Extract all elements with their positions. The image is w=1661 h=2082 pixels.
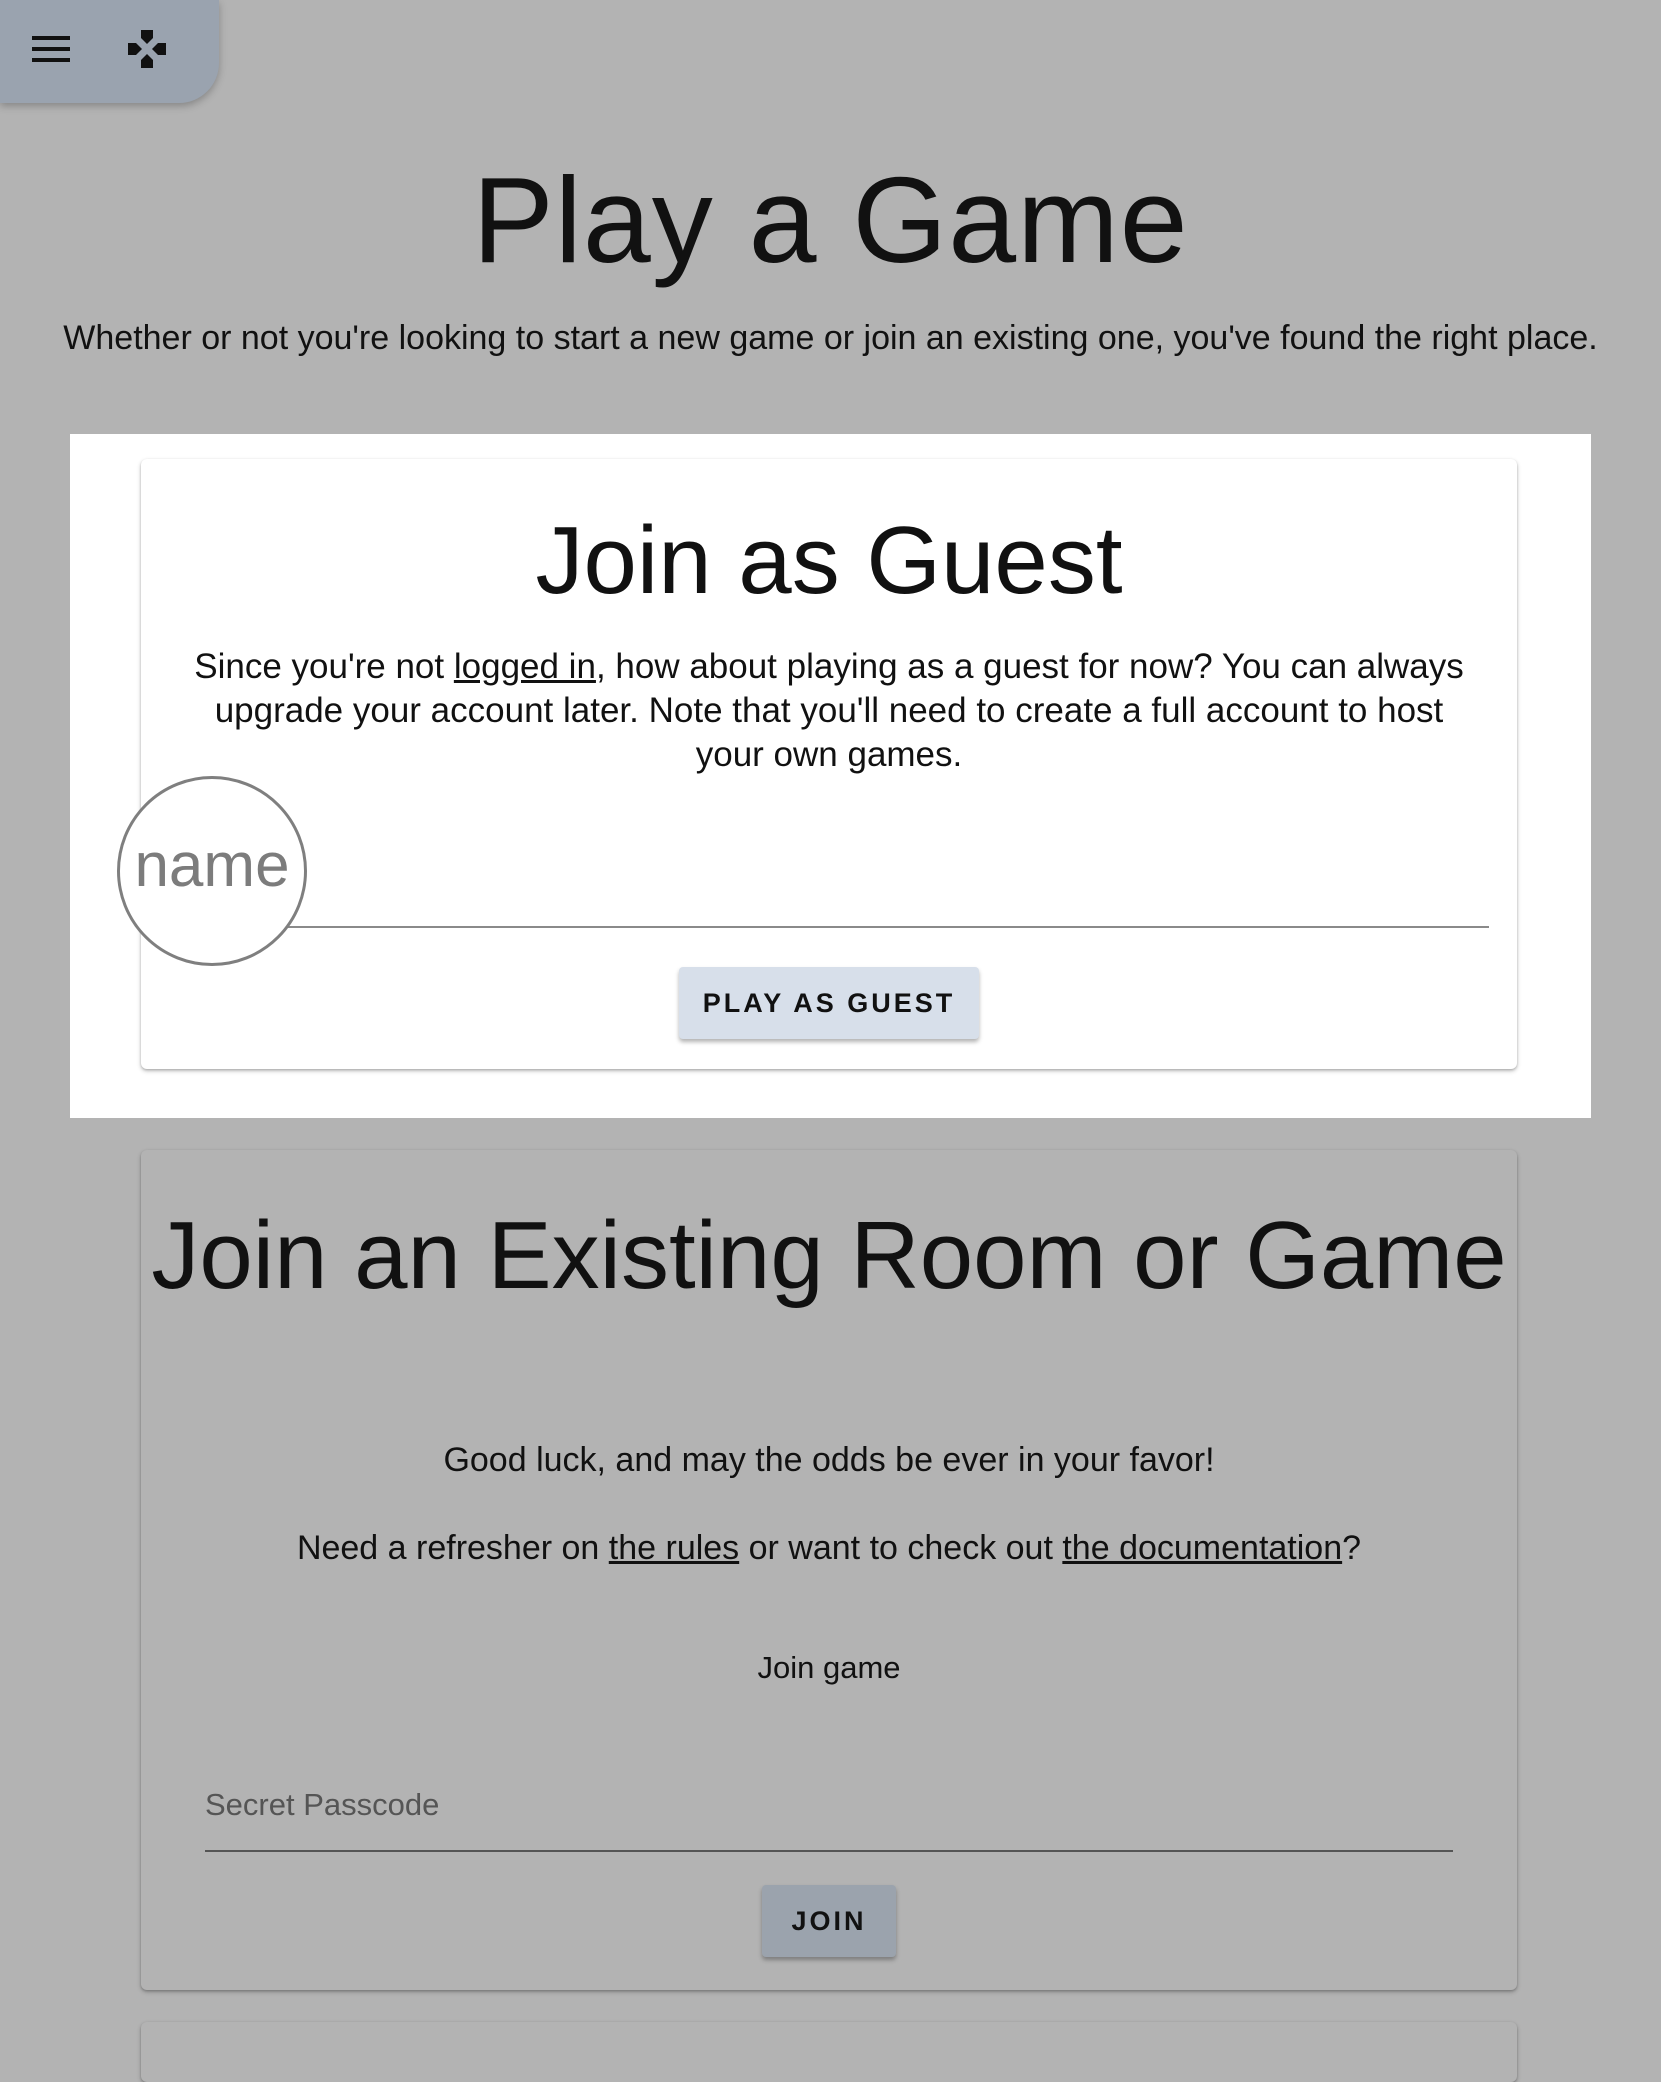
refresher-suffix: ? bbox=[1342, 1529, 1362, 1567]
join-card-title: Join an Existing Room or Game bbox=[151, 1202, 1507, 1309]
join-button[interactable]: JOIN bbox=[762, 1885, 896, 1957]
refresher-prefix: Need a refresher on bbox=[296, 1529, 609, 1567]
refresher-text: Need a refresher on the rules or want to… bbox=[141, 1526, 1517, 1570]
secret-passcode-field bbox=[205, 1760, 1453, 1852]
guest-name-field bbox=[170, 850, 1489, 928]
logged-in-link[interactable]: logged in bbox=[454, 647, 596, 686]
secret-passcode-input[interactable] bbox=[205, 1760, 1453, 1852]
next-card bbox=[141, 2022, 1517, 2082]
corner-toolbar bbox=[0, 0, 219, 103]
join-game-label: Join game bbox=[757, 1650, 901, 1685]
guest-name-input[interactable] bbox=[170, 850, 1489, 928]
good-luck-text: Good luck, and may the odds be ever in y… bbox=[443, 1441, 1215, 1479]
hamburger-menu-icon[interactable] bbox=[21, 22, 81, 76]
name-label: name bbox=[134, 830, 290, 900]
rules-link[interactable]: the rules bbox=[609, 1529, 739, 1567]
play-as-guest-button[interactable]: PLAY AS GUEST bbox=[679, 967, 979, 1039]
name-label-bubble: name bbox=[117, 776, 307, 966]
gamepad-icon[interactable] bbox=[117, 22, 177, 76]
page-subtitle: Whether or not you're looking to start a… bbox=[63, 319, 1598, 357]
guest-card-description: Since you're not logged in, how about pl… bbox=[181, 645, 1477, 777]
refresher-middle: or want to check out bbox=[739, 1529, 1063, 1567]
guest-card-title: Join as Guest bbox=[535, 507, 1123, 614]
page-title: Play a Game bbox=[472, 152, 1189, 288]
documentation-link[interactable]: the documentation bbox=[1062, 1529, 1342, 1567]
join-existing-room-card: Join an Existing Room or Game Good luck,… bbox=[141, 1150, 1517, 1990]
guest-text-prefix: Since you're not bbox=[194, 647, 454, 686]
